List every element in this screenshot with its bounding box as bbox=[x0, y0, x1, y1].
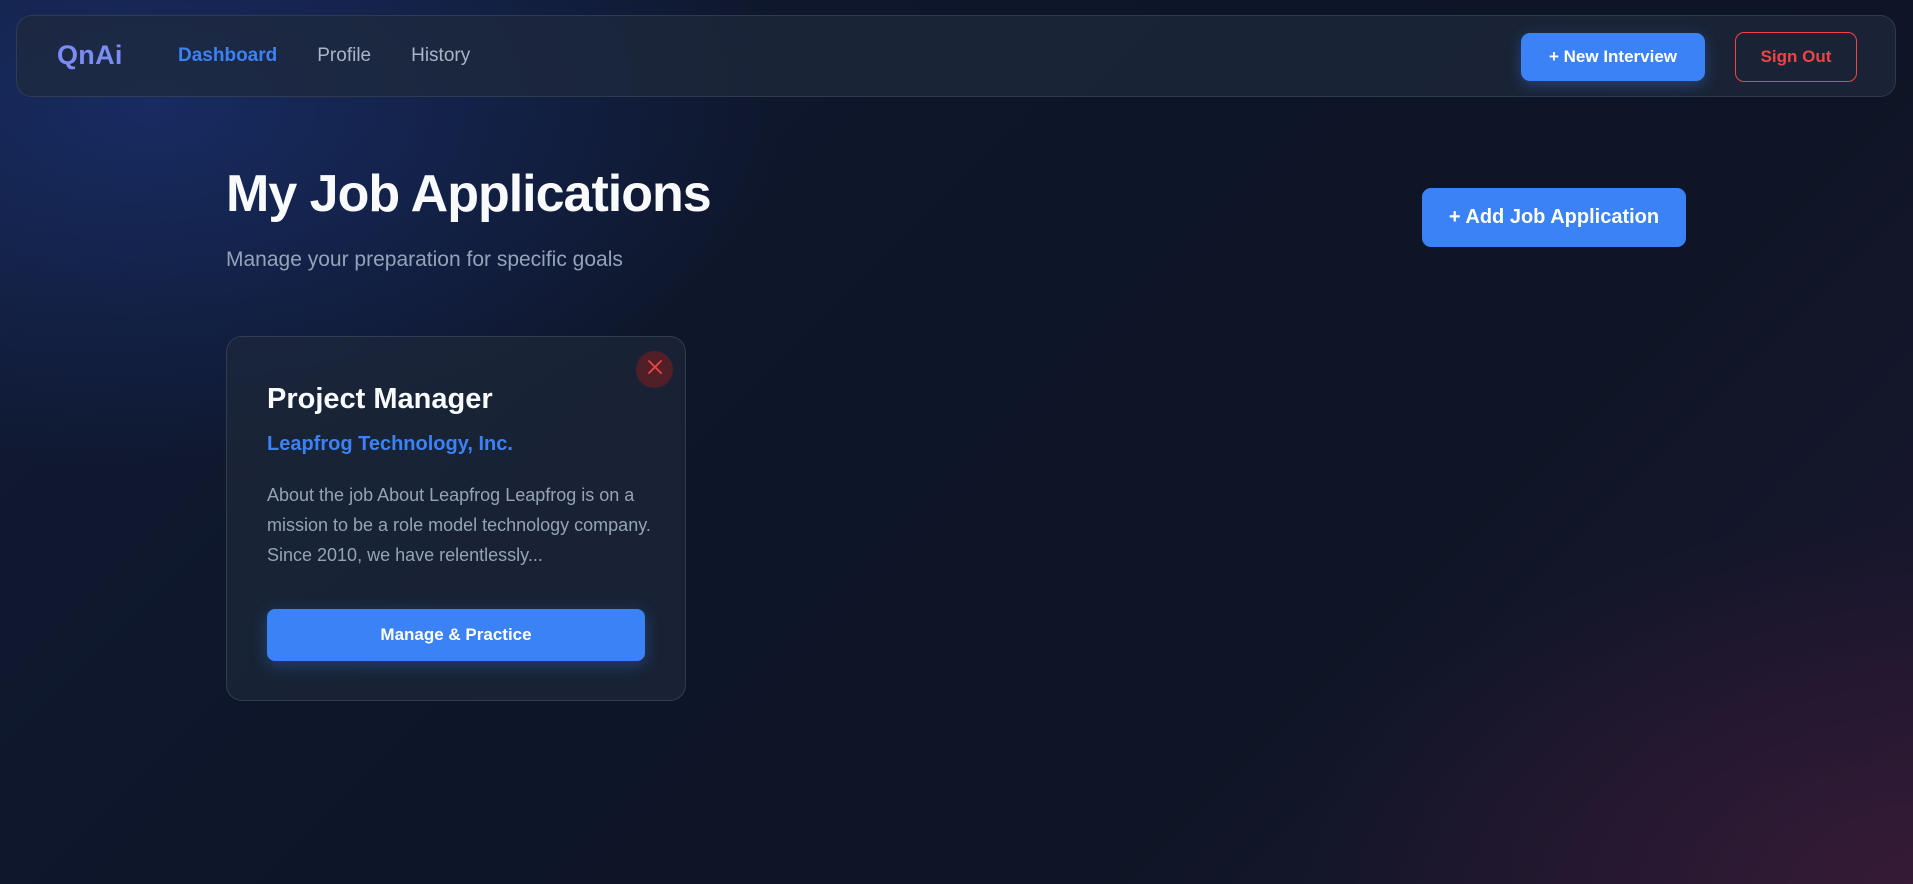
nav-link-history[interactable]: History bbox=[411, 45, 470, 67]
top-navbar: QnAi Dashboard Profile History + New Int… bbox=[16, 15, 1896, 97]
manage-practice-button[interactable]: Manage & Practice bbox=[267, 609, 645, 661]
job-application-card: Project Manager Leapfrog Technology, Inc… bbox=[226, 336, 686, 701]
page-title: My Job Applications bbox=[226, 165, 712, 223]
company-name: Leapfrog Technology, Inc. bbox=[267, 433, 513, 455]
sign-out-button[interactable]: Sign Out bbox=[1735, 32, 1857, 82]
add-job-application-button[interactable]: + Add Job Application bbox=[1422, 188, 1686, 247]
nav-link-dashboard[interactable]: Dashboard bbox=[178, 45, 277, 67]
delete-application-button[interactable] bbox=[636, 351, 673, 388]
job-description: About the job About Leapfrog Leapfrog is… bbox=[267, 485, 651, 565]
app-logo[interactable]: QnAi bbox=[57, 40, 123, 71]
nav-links: Dashboard Profile History bbox=[178, 45, 470, 67]
new-interview-button[interactable]: + New Interview bbox=[1521, 33, 1705, 81]
page-subtitle: Manage your preparation for specific goa… bbox=[226, 248, 623, 271]
close-icon bbox=[646, 358, 664, 381]
job-title: Project Manager bbox=[267, 383, 493, 415]
nav-link-profile[interactable]: Profile bbox=[317, 45, 371, 67]
